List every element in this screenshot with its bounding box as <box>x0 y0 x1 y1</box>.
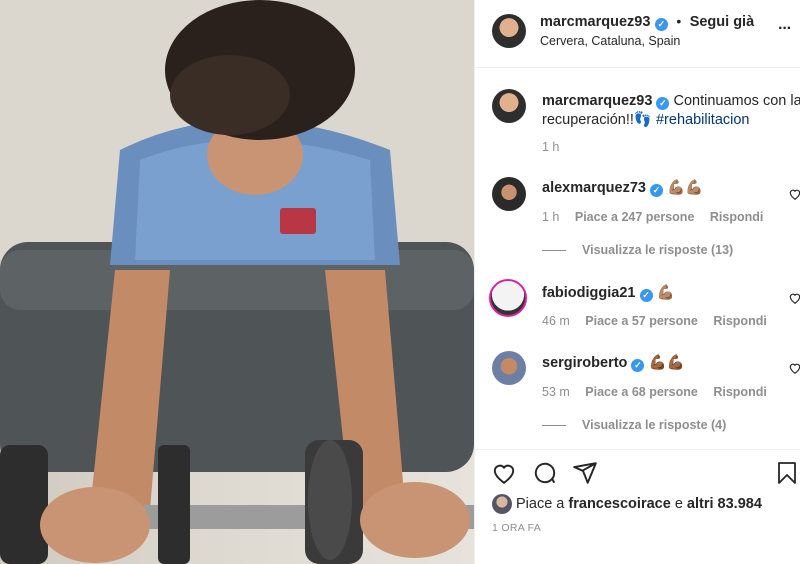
comment-row: sergiroberto ✓ 💪🏾💪🏾 <box>542 354 685 372</box>
header-title-row: marcmarquez93 ✓ • Segui già <box>540 13 754 31</box>
header-bullet: • <box>676 13 682 29</box>
comment-time: 46 m <box>542 314 570 328</box>
author-username[interactable]: marcmarquez93 <box>540 14 650 30</box>
comment-icon[interactable] <box>532 460 558 486</box>
comment-avatar-story[interactable] <box>489 279 527 317</box>
comment-reply-button[interactable]: Rispondi <box>710 210 763 224</box>
comment-row: alexmarquez73 ✓ 💪🏽💪🏽 <box>542 179 703 197</box>
comment-like-heart-icon[interactable] <box>788 291 800 305</box>
comment-row: fabiodiggia21 ✓ 💪🏽 <box>542 284 675 302</box>
bookmark-icon[interactable] <box>775 460 799 486</box>
comment-likes[interactable]: Piace a 68 persone <box>585 385 698 399</box>
verified-badge-icon: ✓ <box>656 97 670 110</box>
comment-reply-button[interactable]: Rispondi <box>713 314 766 328</box>
verified-badge-icon: ✓ <box>650 184 664 197</box>
view-replies-button[interactable]: Visualizza le risposte (4) <box>542 418 726 432</box>
caption-author[interactable]: marcmarquez93 <box>542 93 652 109</box>
likes-user[interactable]: francescoirace <box>568 496 670 512</box>
view-replies-label[interactable]: Visualizza le risposte (13) <box>582 243 733 257</box>
comment-author[interactable]: sergiroberto <box>542 355 627 371</box>
comment-likes[interactable]: Piace a 57 persone <box>585 314 698 328</box>
comment-meta: 1 h Piace a 247 persone Rispondi <box>542 210 763 224</box>
verified-badge-icon: ✓ <box>639 289 653 302</box>
caption-avatar[interactable] <box>492 89 526 123</box>
caption: marcmarquez93 ✓ Continuamos con la recup… <box>542 92 800 130</box>
comment-text: 💪🏾💪🏾 <box>648 355 685 371</box>
post-footer: Piace a francescoirace e altri 83.984 1 … <box>475 449 800 564</box>
likes-connector: e <box>674 496 683 512</box>
post-photo[interactable] <box>0 0 474 564</box>
comment-author[interactable]: alexmarquez73 <box>542 180 646 196</box>
view-replies-label[interactable]: Visualizza le risposte (4) <box>582 418 726 432</box>
replies-divider <box>542 425 566 427</box>
view-replies-button[interactable]: Visualizza le risposte (13) <box>542 243 733 257</box>
post-location[interactable]: Cervera, Cataluna, Spain <box>540 34 680 48</box>
comment-avatar[interactable] <box>492 177 526 211</box>
comment-like-heart-icon[interactable] <box>788 187 800 201</box>
comment-text: 💪🏽 <box>656 285 675 301</box>
comment-meta: 46 m Piace a 57 persone Rispondi <box>542 314 767 328</box>
post-timestamp[interactable]: 1 ORA FA <box>492 522 541 534</box>
comment-reply-button[interactable]: Rispondi <box>713 385 766 399</box>
more-options-icon[interactable]: ··· <box>778 20 792 38</box>
share-icon[interactable] <box>572 460 598 486</box>
comment-time: 1 h <box>542 210 560 224</box>
comment-author[interactable]: fabiodiggia21 <box>542 285 635 301</box>
comment-text: 💪🏽💪🏽 <box>667 180 704 196</box>
comment-meta: 53 m Piace a 68 persone Rispondi <box>542 385 767 399</box>
replies-divider <box>542 250 566 252</box>
heart-icon[interactable] <box>491 460 517 486</box>
likes-others[interactable]: altri 83.984 <box>687 496 762 512</box>
comment-avatar[interactable] <box>492 351 526 385</box>
likes-prefix: Piace a <box>516 496 565 512</box>
likes-summary[interactable]: Piace a francescoirace e altri 83.984 <box>516 496 762 512</box>
post-header: marcmarquez93 ✓ • Segui già Cervera, Cat… <box>475 0 800 68</box>
caption-hashtag[interactable]: #rehabilitacion <box>656 112 750 128</box>
liker-avatar[interactable] <box>492 494 512 514</box>
post-sidebar: marcmarquez93 ✓ • Segui già Cervera, Cat… <box>474 0 800 564</box>
verified-badge-icon: ✓ <box>654 18 668 31</box>
caption-time: 1 h <box>542 140 560 154</box>
photo-illustration <box>0 0 474 564</box>
verified-badge-icon: ✓ <box>631 359 645 372</box>
comment-likes[interactable]: Piace a 247 persone <box>575 210 695 224</box>
follow-status-button[interactable]: Segui già <box>690 14 754 30</box>
comment-like-heart-icon[interactable] <box>788 361 800 375</box>
author-avatar[interactable] <box>492 14 526 48</box>
comment-time: 53 m <box>542 385 570 399</box>
